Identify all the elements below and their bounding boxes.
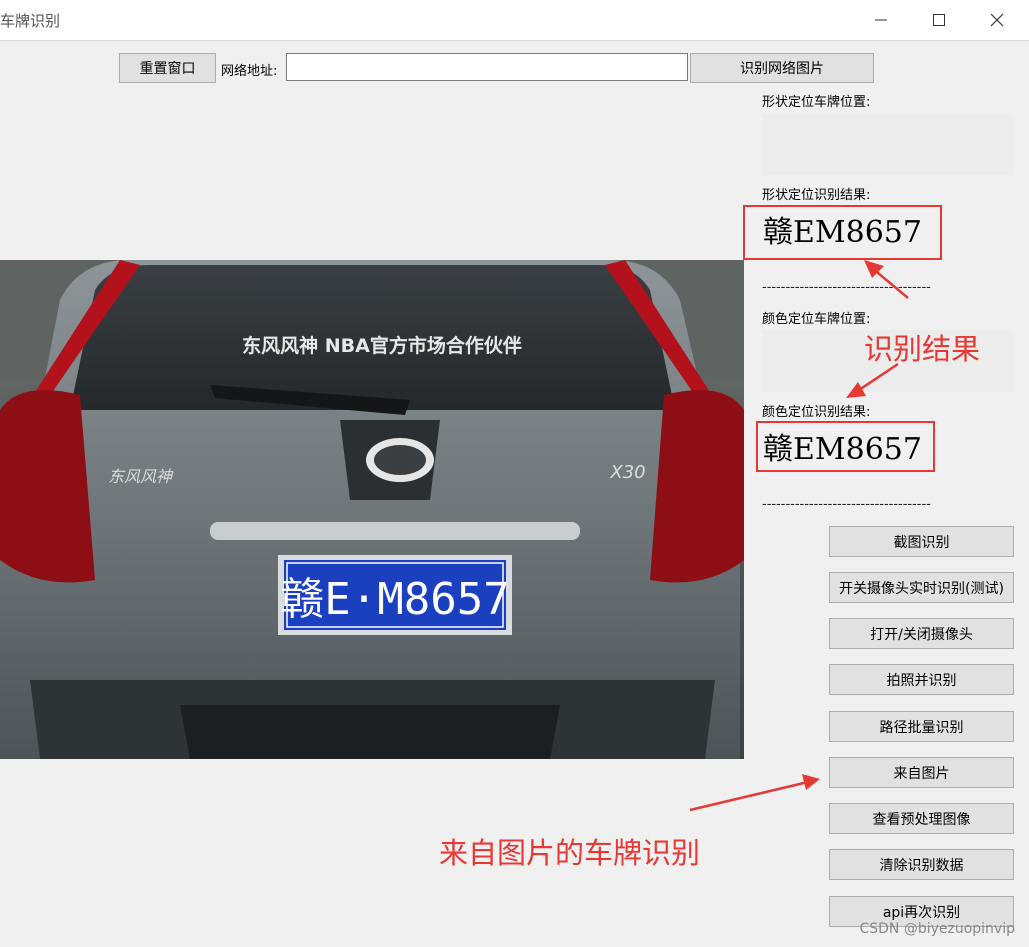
app-window: 车牌识别 重置窗口 网络地址: 识别网络图片 形状定位车牌位置: 形状定位识别结… <box>0 0 1029 947</box>
watermark: CSDN @biyezuopinvip <box>859 921 1015 937</box>
annotation-arrows <box>689 260 909 812</box>
result-annotation: 识别结果 <box>864 332 981 366</box>
source-annotation: 来自图片的车牌识别 <box>439 836 701 870</box>
